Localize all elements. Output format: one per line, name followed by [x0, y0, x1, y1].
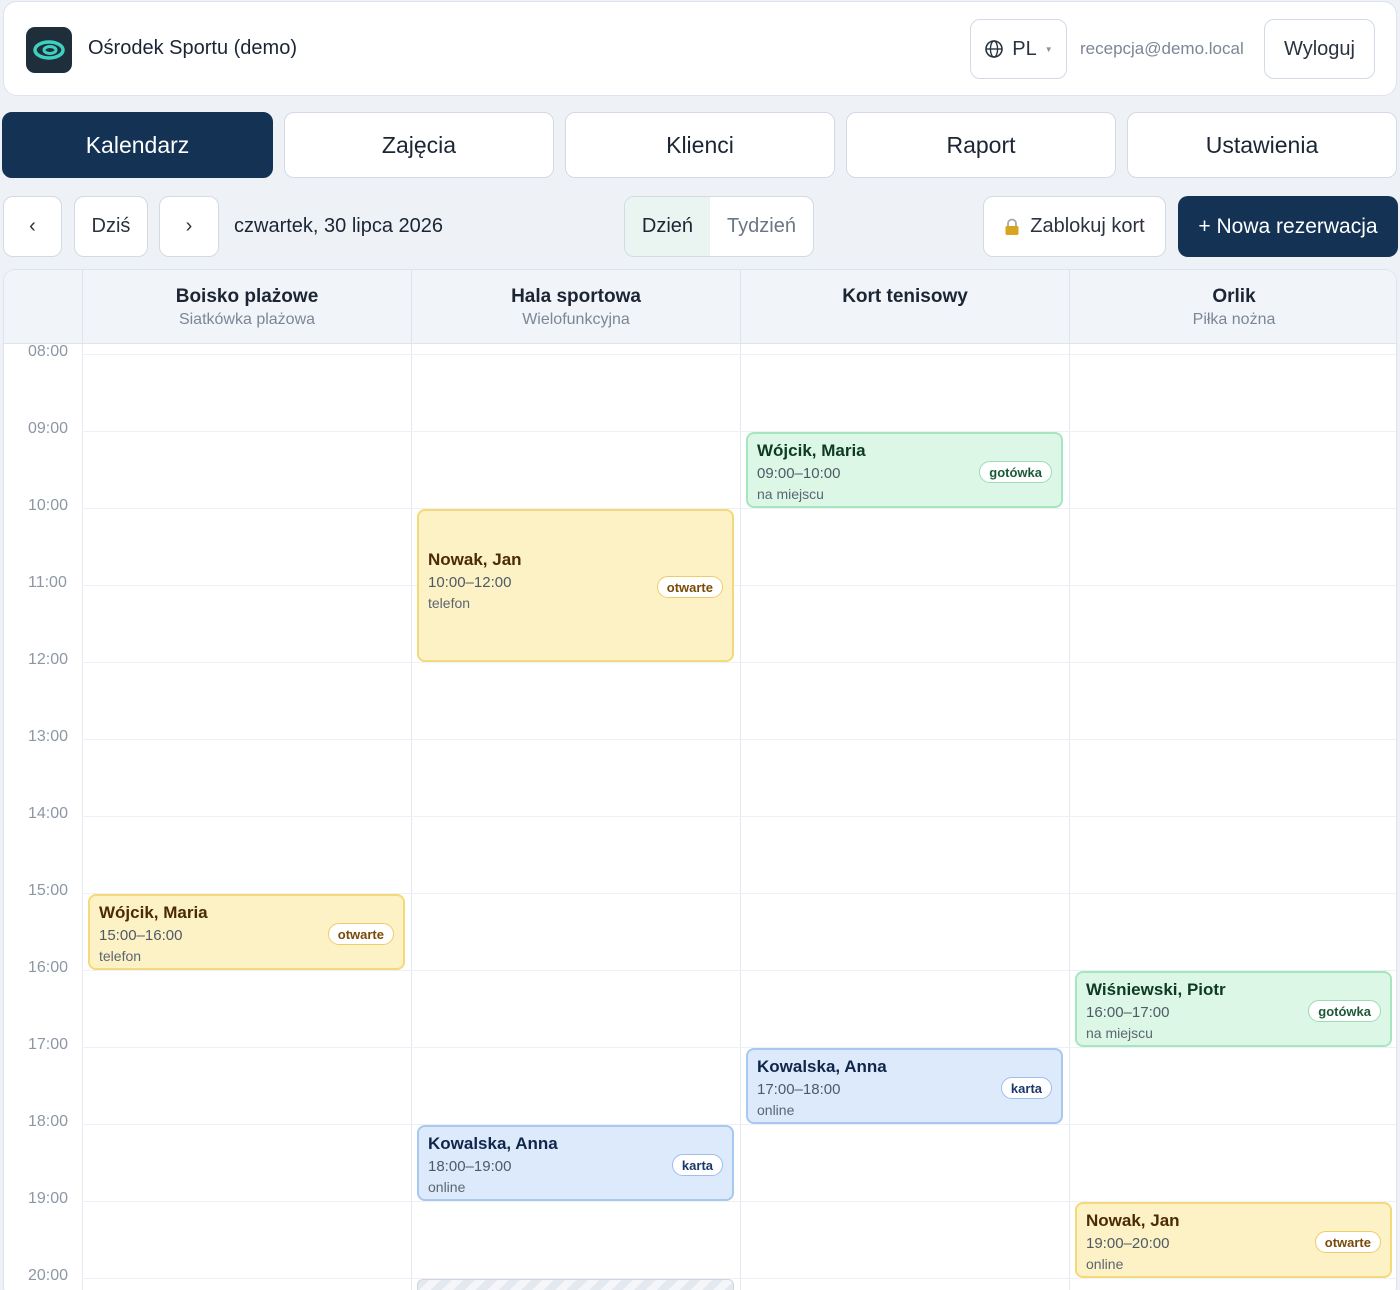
logout-button[interactable]: Wyloguj — [1264, 19, 1375, 79]
reservation-client-name: Kowalska, Anna — [428, 1134, 558, 1153]
reservation-card[interactable]: Kowalska, Anna 17:00–18:00 online karta — [746, 1048, 1063, 1124]
view-week-button[interactable]: Tydzień — [710, 197, 813, 256]
hour-line — [82, 1278, 1396, 1279]
reservation-source: na miejscu — [1086, 1025, 1153, 1041]
column-divider — [1069, 344, 1070, 1290]
payment-status-badge: karta — [1000, 1077, 1052, 1099]
payment-status-badge: otwarte — [1314, 1231, 1381, 1253]
tab-ustawienia[interactable]: Ustawienia — [1127, 112, 1397, 178]
hour-label: 19:00 — [28, 1190, 69, 1207]
hour-label: 20:00 — [28, 1267, 69, 1284]
reservation-client-name: Kowalska, Anna — [757, 1057, 887, 1076]
globe-icon — [985, 40, 1004, 58]
column-divider — [82, 344, 83, 1290]
hour-label: 10:00 — [28, 497, 69, 514]
column-divider — [411, 344, 412, 1290]
new-reservation-button[interactable]: + Nowa rezerwacja — [1178, 196, 1398, 257]
tab-kalendarz[interactable]: Kalendarz — [2, 112, 273, 178]
chevron-down-icon: ▼ — [1044, 44, 1053, 54]
reservation-client-name: Nowak, Jan — [428, 550, 522, 569]
column-subtitle: Wielofunkcyjna — [522, 311, 630, 328]
hour-line — [82, 508, 1396, 509]
reservation-client-name: Wójcik, Maria — [757, 441, 866, 460]
reservation-card[interactable]: Wójcik, Maria 15:00–16:00 telefon otwarte — [88, 894, 405, 970]
column-name: Orlik — [1212, 286, 1256, 307]
hour-label: 12:00 — [28, 651, 69, 668]
top-header: Ośrodek Sportu (demo) PL ▼ recepcja@demo… — [3, 1, 1397, 96]
column-divider — [740, 344, 741, 1290]
reservation-card[interactable]: Wójcik, Maria 09:00–10:00 na miejscu gotówk… — [746, 432, 1063, 508]
reservation-client-name: Wójcik, Maria — [99, 903, 208, 922]
hour-label: 09:00 — [28, 420, 69, 437]
block-court-button[interactable]: Zablokuj kort — [983, 196, 1166, 257]
payment-status-badge: gotówka — [979, 461, 1052, 483]
hour-label: 14:00 — [28, 805, 69, 822]
column-header: Boisko plażowe Siatkówka plażowa — [82, 270, 411, 344]
reservation-source: online — [1086, 1256, 1124, 1272]
hour-line — [82, 431, 1396, 432]
hour-label: 13:00 — [28, 728, 69, 745]
view-toggle: Dzień Tydzień — [624, 196, 814, 257]
column-name: Hala sportowa — [511, 286, 641, 307]
column-subtitle: Siatkówka plażowa — [178, 311, 316, 328]
calendar-header: Boisko plażowe Siatkówka plażowa Hala sp… — [4, 270, 1396, 344]
reservation-source: online — [757, 1102, 795, 1118]
hour-line — [82, 1124, 1396, 1125]
hour-line — [82, 739, 1396, 740]
payment-status-badge: otwarte — [656, 576, 723, 598]
app-title: Ośrodek Sportu (demo) — [88, 37, 297, 59]
hour-label: 11:00 — [28, 574, 67, 591]
language-label: PL — [1012, 37, 1037, 60]
logo-icon — [33, 40, 65, 60]
reservation-source: na miejscu — [757, 486, 824, 502]
hour-line — [82, 816, 1396, 817]
blocked-slot[interactable] — [417, 1279, 734, 1290]
app-logo — [26, 27, 72, 73]
hour-line — [82, 662, 1396, 663]
column-name: Boisko plażowe — [175, 286, 319, 307]
hour-line — [82, 585, 1396, 586]
column-subtitle: Piłka nożna — [1192, 311, 1276, 328]
hour-label: 08:00 — [28, 343, 69, 360]
payment-status-badge: karta — [671, 1154, 723, 1176]
hour-label: 16:00 — [28, 959, 69, 976]
reservation-card[interactable]: Nowak, Jan 10:00–12:00 telefon otwarte — [417, 509, 734, 662]
lock-icon — [1005, 218, 1019, 235]
tab-zajecia[interactable]: Zajęcia — [284, 112, 554, 178]
reservation-card[interactable]: Wiśniewski, Piotr 16:00–17:00 na miejscu go… — [1075, 971, 1392, 1047]
block-court-label: Zablokuj kort — [1030, 215, 1145, 237]
column-header: Kort tenisowy — [740, 270, 1069, 344]
reservation-client-name: Wiśniewski, Piotr — [1086, 980, 1226, 999]
language-selector[interactable]: PL ▼ — [970, 19, 1067, 79]
reservation-client-name: Nowak, Jan — [1086, 1211, 1180, 1230]
tab-raport[interactable]: Raport — [846, 112, 1116, 178]
hour-line — [82, 354, 1396, 355]
hour-label: 15:00 — [28, 882, 69, 899]
payment-status-badge: otwarte — [327, 923, 394, 945]
today-button[interactable]: Dziś — [74, 196, 148, 257]
column-header: Hala sportowa Wielofunkcyjna — [411, 270, 740, 344]
tab-klienci[interactable]: Klienci — [565, 112, 835, 178]
reservation-source: online — [428, 1179, 466, 1195]
hour-label: 18:00 — [28, 1113, 69, 1130]
reservation-card[interactable]: Kowalska, Anna 18:00–19:00 online karta — [417, 1125, 734, 1201]
calendar-grid: Boisko plażowe Siatkówka plażowa Hala sp… — [3, 269, 1397, 1290]
reservation-source: telefon — [99, 948, 142, 964]
current-date: czwartek, 30 lipca 2026 — [234, 215, 444, 237]
previous-day-button[interactable]: ‹ — [3, 196, 62, 257]
view-day-button[interactable]: Dzień — [625, 197, 710, 256]
column-header: Orlik Piłka nożna — [1069, 270, 1396, 344]
user-email: recepcja@demo.local — [1080, 39, 1244, 58]
column-name: Kort tenisowy — [842, 286, 968, 307]
hour-label: 17:00 — [28, 1036, 69, 1053]
payment-status-badge: gotówka — [1308, 1000, 1381, 1022]
hour-line — [82, 1047, 1396, 1048]
next-day-button[interactable]: › — [159, 196, 219, 257]
reservation-card[interactable]: Nowak, Jan 19:00–20:00 online otwarte — [1075, 1202, 1392, 1278]
